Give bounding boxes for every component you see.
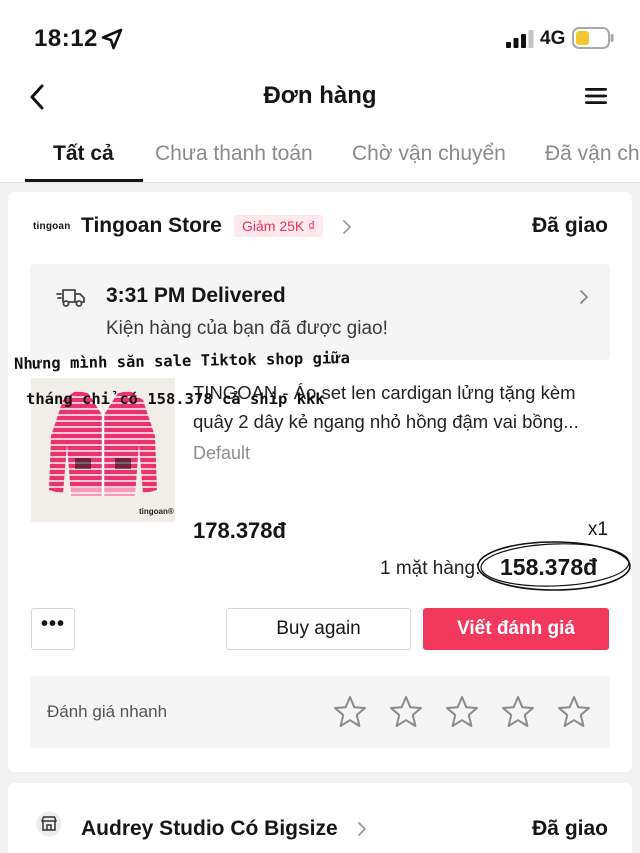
location-arrow-icon <box>101 28 123 50</box>
tab-awaiting-shipment[interactable]: Chờ vận chuyển <box>352 142 506 166</box>
menu-icon[interactable] <box>584 84 608 108</box>
order-tabs: Tất cả Chưa thanh toán Chờ vận chuyển Đã… <box>0 124 640 183</box>
delivery-status-box[interactable]: 3:31 PM Delivered Kiện hàng của bạn đã đ… <box>30 264 610 360</box>
star-icon[interactable] <box>388 694 424 730</box>
tab-unpaid[interactable]: Chưa thanh toán <box>155 142 313 166</box>
tab-all[interactable]: Tất cả <box>53 142 114 166</box>
product-variant: Default <box>193 443 251 463</box>
store-name[interactable]: Audrey Studio Có Bigsize <box>81 817 338 841</box>
star-icon[interactable] <box>332 694 368 730</box>
more-options-button[interactable]: ••• <box>31 608 75 650</box>
tab-shipped[interactable]: Đã vận chuyển <box>545 142 640 166</box>
star-icon[interactable] <box>556 694 592 730</box>
buy-again-button[interactable]: Buy again <box>226 608 411 650</box>
handdrawn-circle-annotation <box>477 541 631 591</box>
status-time: 18:12 <box>34 25 98 52</box>
nav-bar: Đơn hàng <box>0 72 640 124</box>
unit-price: 178.378đ <box>193 518 286 543</box>
delivery-truck-icon <box>56 289 85 307</box>
order-status: Đã giao <box>532 817 608 840</box>
status-bar: 18:12 4G <box>0 0 640 72</box>
delivery-time: 3:31 PM Delivered <box>106 284 286 307</box>
page-title: Đơn hàng <box>263 82 377 109</box>
order-status: Đã giao <box>532 214 608 237</box>
chevron-right-icon <box>580 290 588 304</box>
handwritten-note-line2: tháng chỉ có 158.378 cả ship kkk <box>26 390 325 408</box>
tab-active-indicator <box>25 179 143 182</box>
order-card: Audrey Studio Có Bigsize Đã giao <box>8 783 632 853</box>
voucher-badge[interactable]: Giảm 25K ₫ <box>234 215 324 237</box>
star-icon[interactable] <box>444 694 480 730</box>
store-logo: tingoan <box>33 221 71 232</box>
image-brand-text: tingoan® <box>139 507 174 516</box>
shop-icon <box>36 811 62 837</box>
write-review-button[interactable]: Viết đánh giá <box>423 608 609 650</box>
delivery-message: Kiện hàng của bạn đã được giao! <box>106 318 388 339</box>
battery-icon <box>572 27 614 49</box>
order-card: tingoan Tingoan Store Giảm 25K ₫ Đã giao… <box>8 192 632 772</box>
chevron-right-icon[interactable] <box>356 821 368 837</box>
network-label: 4G <box>540 28 566 49</box>
chevron-right-icon[interactable] <box>341 219 353 235</box>
signal-icon <box>506 30 534 48</box>
quick-rating-bar: Đánh giá nhanh <box>30 676 610 748</box>
store-name[interactable]: Tingoan Store <box>81 214 222 238</box>
star-icon[interactable] <box>500 694 536 730</box>
order-item-count: 1 mặt hàng: <box>380 558 481 579</box>
quick-rating-label: Đánh giá nhanh <box>47 702 168 721</box>
